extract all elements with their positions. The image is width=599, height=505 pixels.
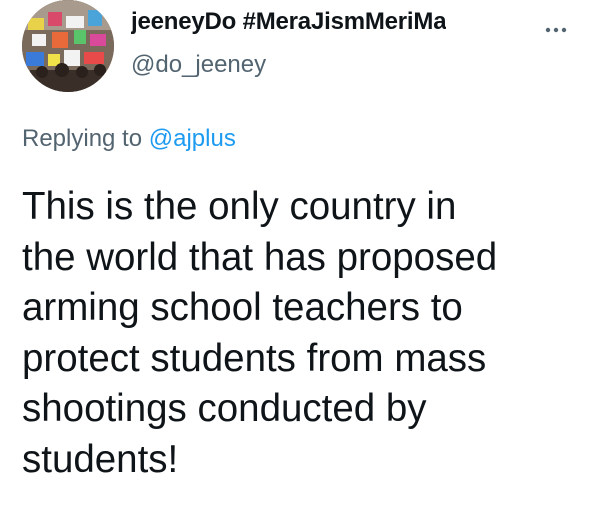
reply-mention-link[interactable]: @ajplus [149, 125, 236, 152]
tweet-text-line: protect students from mass [22, 336, 487, 380]
more-horizontal-icon [545, 27, 567, 33]
tweet-text: This is the only country in the world th… [22, 182, 582, 485]
reply-prefix: Replying to [22, 125, 143, 152]
more-options-button[interactable] [536, 10, 576, 50]
author-display-name[interactable]: jeeneyDo #MeraJismMeriMa [131, 8, 446, 36]
tweet-card: jeeneyDo #MeraJismMeriMa @do_jeeney Repl… [0, 0, 599, 505]
reply-context: Replying to @ajplus [22, 125, 236, 153]
author-handle[interactable]: @do_jeeney [131, 51, 266, 79]
tweet-text-line: This is the only country in [22, 185, 457, 228]
tweet-text-line: the world that has proposed [22, 235, 498, 279]
protest-crowd-avatar-icon [22, 0, 114, 92]
author-avatar[interactable] [22, 0, 114, 92]
tweet-text-line: students! [22, 437, 179, 481]
tweet-text-line: arming school teachers to [22, 286, 463, 329]
tweet-text-line: shootings conducted by [22, 387, 427, 430]
